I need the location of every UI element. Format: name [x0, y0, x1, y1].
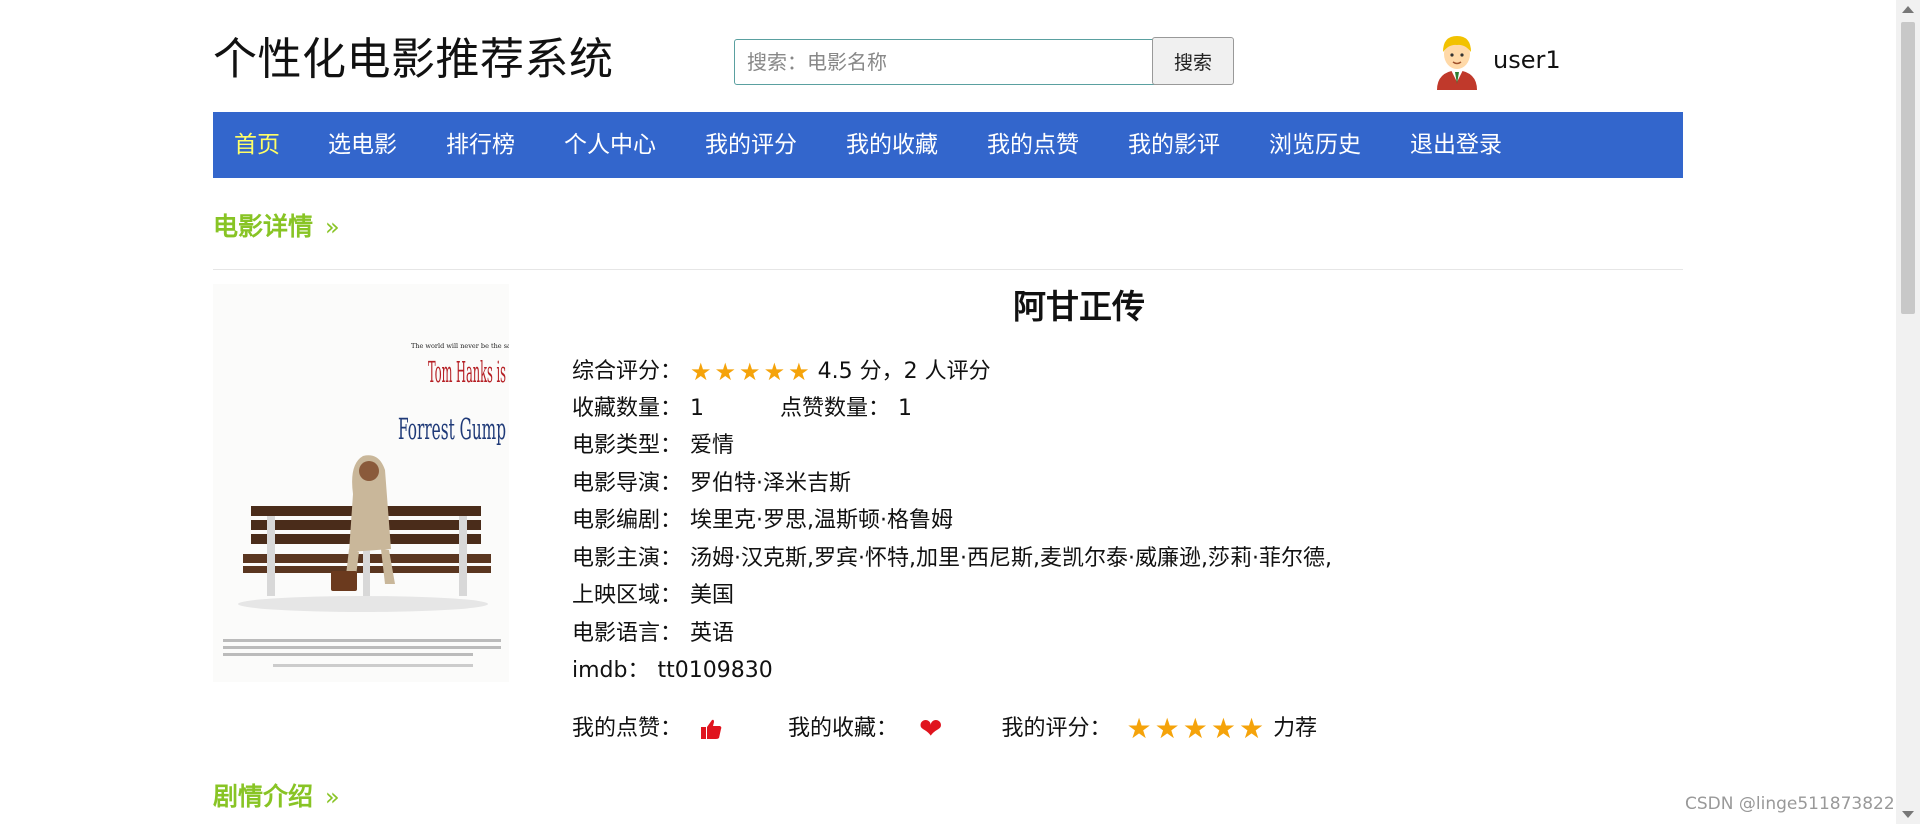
cast-value: 汤姆·汉克斯,罗宾·怀特,加里·西尼斯,麦凯尔泰·威廉逊,莎莉·菲尔德, — [690, 546, 1332, 571]
section-heading-plot: 剧情介绍 » — [213, 780, 340, 814]
star-icon[interactable]: ★ — [1211, 715, 1236, 743]
nav-item-my-favorites[interactable]: 我的收藏 — [846, 130, 938, 160]
divider — [213, 269, 1683, 270]
writer-label: 电影编剧： — [572, 508, 683, 533]
rating-text: 4.5 分，2 人评分 — [817, 359, 991, 384]
star-icon[interactable]: ★ — [1127, 715, 1152, 743]
director-label: 电影导演： — [572, 471, 683, 496]
thumbs-up-icon[interactable] — [699, 717, 723, 741]
poster-actor-name: Tom Hanks is — [428, 355, 506, 389]
nav-item-personal-center[interactable]: 个人中心 — [564, 130, 656, 160]
star-icon: ★ — [739, 358, 761, 386]
movie-title: 阿甘正传 — [1013, 287, 1145, 326]
counts-row: 收藏数量： 1 点赞数量： 1 — [572, 394, 912, 424]
nav-item-select-movie[interactable]: 选电影 — [328, 130, 397, 160]
writer-row: 电影编剧： 埃里克·罗思,温斯顿·格鲁姆 — [572, 506, 953, 536]
my-collect-label: 我的收藏： — [788, 716, 899, 741]
imdb-label: imdb： — [572, 658, 650, 683]
region-label: 上映区域： — [572, 583, 683, 608]
nav-item-history[interactable]: 浏览历史 — [1269, 130, 1361, 160]
scroll-up-icon[interactable] — [1902, 6, 1914, 13]
star-icon[interactable]: ★ — [1239, 715, 1264, 743]
my-rating-label: 我的评分： — [1001, 716, 1112, 741]
rating-row: 综合评分： ★ ★ ★ ★ ★ 4.5 分，2 人评分 — [572, 357, 991, 387]
watermark: CSDN @linge511873822 — [1685, 794, 1895, 814]
language-label: 电影语言： — [572, 621, 683, 646]
scroll-thumb[interactable] — [1901, 22, 1915, 314]
writer-value: 埃里克·罗思,温斯顿·格鲁姆 — [690, 508, 953, 533]
nav-item-logout[interactable]: 退出登录 — [1410, 130, 1502, 160]
main-nav: 首页 选电影 排行榜 个人中心 我的评分 我的收藏 我的点赞 我的影评 浏览历史… — [213, 112, 1683, 178]
my-rating-stars[interactable]: ★ ★ ★ ★ ★ — [1127, 715, 1265, 743]
search-button[interactable]: 搜索 — [1152, 37, 1234, 85]
double-chevron-right-icon: » — [325, 213, 340, 241]
heart-icon[interactable]: ❤ — [919, 715, 942, 743]
star-icon: ★ — [690, 358, 712, 386]
star-icon: ★ — [714, 358, 737, 386]
collect-count-value: 1 — [690, 396, 705, 421]
search-input[interactable] — [734, 39, 1180, 85]
star-icon: ★ — [763, 358, 786, 386]
rating-label: 综合评分： — [572, 359, 683, 384]
vertical-scrollbar[interactable] — [1896, 0, 1920, 824]
collect-count-label: 收藏数量： — [572, 396, 683, 421]
nav-item-my-ratings[interactable]: 我的评分 — [705, 130, 797, 160]
cast-label: 电影主演： — [572, 546, 683, 571]
my-like-label: 我的点赞： — [572, 716, 683, 741]
imdb-row: imdb： tt0109830 — [572, 656, 773, 686]
genre-value: 爱情 — [690, 433, 735, 458]
rating-stars: ★ ★ ★ ★ ★ — [690, 360, 810, 384]
nav-item-home[interactable]: 首页 — [234, 130, 280, 160]
cast-row: 电影主演： 汤姆·汉克斯,罗宾·怀特,加里·西尼斯,麦凯尔泰·威廉逊,莎莉·菲尔德… — [572, 544, 1332, 574]
section-heading-details: 电影详情 » — [213, 210, 340, 244]
section-heading-text: 电影详情 — [213, 212, 314, 241]
nav-item-ranking[interactable]: 排行榜 — [446, 130, 515, 160]
genre-row: 电影类型： 爱情 — [572, 431, 734, 461]
poster-movie-title: Forrest Gump — [398, 412, 506, 446]
genre-label: 电影类型： — [572, 433, 683, 458]
my-rating-text: 力荐 — [1273, 716, 1318, 741]
director-row: 电影导演： 罗伯特·泽米吉斯 — [572, 469, 851, 499]
language-row: 电影语言： 英语 — [572, 619, 734, 649]
username[interactable]: user1 — [1493, 44, 1561, 76]
imdb-value: tt0109830 — [657, 658, 773, 683]
star-icon: ★ — [788, 358, 810, 386]
like-count-label: 点赞数量： — [780, 396, 891, 421]
nav-item-my-reviews[interactable]: 我的影评 — [1128, 130, 1220, 160]
double-chevron-right-icon: » — [325, 783, 340, 811]
star-icon[interactable]: ★ — [1183, 715, 1208, 743]
poster-tagline: The world will never be the same once yo… — [411, 342, 509, 350]
movie-poster-image: The world will never be the same once yo… — [213, 284, 509, 682]
region-row: 上映区域： 美国 — [572, 581, 734, 611]
my-actions-row: 我的点赞： 我的收藏： ❤ 我的评分： ★ ★ ★ ★ ★ 力荐 — [572, 714, 1317, 744]
language-value: 英语 — [690, 621, 735, 646]
site-title[interactable]: 个性化电影推荐系统 — [213, 32, 614, 88]
section-heading-text: 剧情介绍 — [213, 782, 314, 811]
user-avatar-icon[interactable] — [1431, 32, 1483, 90]
director-value: 罗伯特·泽米吉斯 — [690, 471, 852, 496]
star-icon[interactable]: ★ — [1155, 715, 1180, 743]
nav-item-my-likes[interactable]: 我的点赞 — [987, 130, 1079, 160]
region-value: 美国 — [690, 583, 735, 608]
like-count-value: 1 — [898, 396, 913, 421]
scroll-down-icon[interactable] — [1902, 811, 1914, 818]
